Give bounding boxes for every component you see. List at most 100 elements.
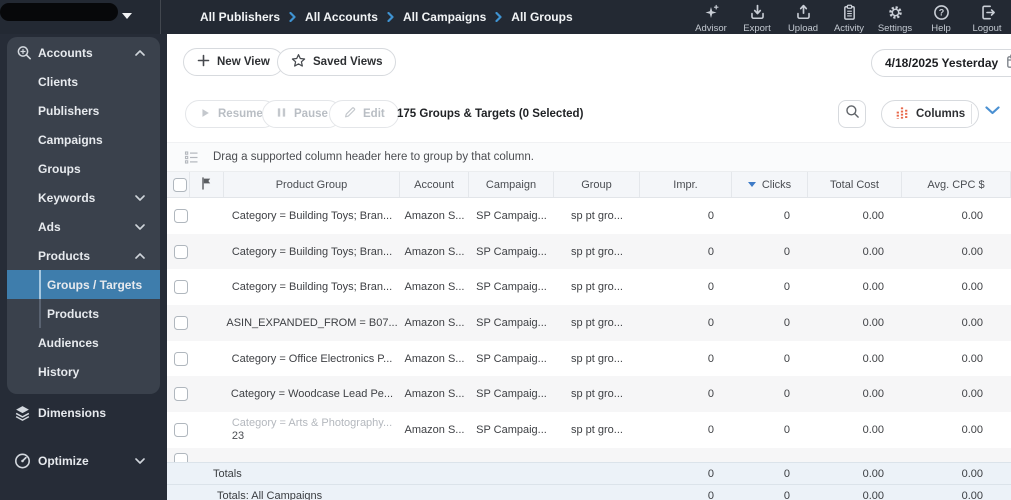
chevron-up-icon xyxy=(135,50,145,56)
row-checkbox[interactable] xyxy=(174,280,188,295)
row-checkbox[interactable] xyxy=(174,315,188,330)
group-by-icon xyxy=(184,150,199,165)
chevron-down-icon xyxy=(135,223,145,230)
cell-product-group: Category = Building Toys; Bran... xyxy=(231,245,393,258)
column-header-campaign[interactable]: Campaign xyxy=(469,172,554,197)
group-by-hint: Drag a supported column header here to g… xyxy=(213,151,534,163)
sidebar-item-label: Clients xyxy=(38,74,79,89)
cell-total-cost: 0.00 xyxy=(862,316,884,329)
sidebar-item-products[interactable]: Products xyxy=(7,241,160,270)
advisor-label: Advisor xyxy=(695,23,727,34)
sidebar-item-groups-targets[interactable]: Groups / Targets xyxy=(7,270,160,299)
sidebar-item-dimensions[interactable]: Dimensions xyxy=(0,398,167,428)
column-header-group[interactable]: Group xyxy=(554,172,640,197)
table-row-partial[interactable] xyxy=(167,447,1011,462)
sidebar-item-label: Products xyxy=(38,248,91,263)
row-checkbox[interactable] xyxy=(174,452,188,462)
table-row[interactable]: ASIN_EXPANDED_FROM = B07... Amazon S... … xyxy=(167,305,1011,341)
cell-group: sp pt gro... xyxy=(571,423,623,436)
table-row[interactable]: Category = Building Toys; Bran... Amazon… xyxy=(167,233,1011,270)
upload-button[interactable]: Upload xyxy=(780,1,826,34)
sidebar-item-groups[interactable]: Groups xyxy=(7,154,160,183)
export-button[interactable]: Export xyxy=(734,1,780,34)
sidebar-item-ads[interactable]: Ads xyxy=(7,212,160,241)
breadcrumb-all-campaigns[interactable]: All Campaigns xyxy=(403,10,486,24)
client-selector[interactable] xyxy=(0,3,118,21)
table-row[interactable]: Category = Arts & Photography... 23 Amazo… xyxy=(167,412,1011,448)
row-checkbox[interactable] xyxy=(174,422,188,437)
row-checkbox[interactable] xyxy=(174,351,188,366)
totals-all-campaigns-label: Totals: All Campaigns xyxy=(217,489,323,500)
table-row[interactable]: Category = Woodcase Lead Pe... Amazon S.… xyxy=(167,376,1011,413)
sidebar-item-accounts[interactable]: Accounts xyxy=(7,39,160,67)
cell-product-group-line2: 23 xyxy=(231,429,245,442)
cell-clicks: 0 xyxy=(783,423,790,436)
cell-impr: 0 xyxy=(707,352,714,365)
cell-clicks: 0 xyxy=(783,281,790,294)
sidebar-item-keywords[interactable]: Keywords xyxy=(7,183,160,212)
cell-campaign: SP Campaig... xyxy=(476,209,547,222)
upload-label: Upload xyxy=(787,23,819,34)
table-row[interactable]: Category = Office Electronics P... Amazo… xyxy=(167,341,1011,377)
table-row[interactable]: Category = Building Toys; Bran... Amazon… xyxy=(167,198,1011,234)
cell-total-cost: 0.00 xyxy=(862,423,884,436)
settings-button[interactable]: Settings xyxy=(872,1,918,34)
cell-product-group: Category = Building Toys; Bran... xyxy=(231,281,393,294)
saved-views-button[interactable]: Saved Views xyxy=(277,48,397,76)
topbar-actions: Advisor Export Upload Activity Settings … xyxy=(688,1,1010,34)
settings-label: Settings xyxy=(877,23,913,34)
select-all-checkbox[interactable] xyxy=(173,177,187,192)
cell-product-group: Category = Office Electronics P... xyxy=(231,352,393,365)
activity-button[interactable]: Activity xyxy=(826,1,872,34)
row-checkbox[interactable] xyxy=(174,244,188,259)
group-by-drop-zone[interactable]: Drag a supported column header here to g… xyxy=(167,142,1011,172)
sidebar-item-campaigns[interactable]: Campaigns xyxy=(7,125,160,154)
cell-impr: 0 xyxy=(707,388,714,401)
flag-icon xyxy=(201,176,212,193)
star-icon xyxy=(291,53,306,71)
breadcrumb-all-accounts[interactable]: All Accounts xyxy=(305,10,378,24)
cell-impr: 0 xyxy=(707,423,714,436)
sidebar-item-optimize[interactable]: Optimize xyxy=(0,446,167,476)
totals-all-impr: 0 xyxy=(707,489,714,500)
breadcrumb-all-groups[interactable]: All Groups xyxy=(511,10,572,24)
table-header: Product Group Account Campaign Group Imp… xyxy=(167,172,1011,198)
sidebar-item-products-sub[interactable]: Products xyxy=(7,299,160,328)
new-view-label: New View xyxy=(217,56,270,68)
row-checkbox[interactable] xyxy=(174,387,188,402)
column-header-avg-cpc[interactable]: Avg. CPC $ xyxy=(902,172,1011,197)
column-header-impr[interactable]: Impr. xyxy=(640,172,732,197)
sidebar-item-label: Publishers xyxy=(38,103,100,118)
sidebar-item-audiences[interactable]: Audiences xyxy=(7,328,160,357)
collapse-panel-chevron-icon[interactable] xyxy=(985,106,1000,115)
cell-product-group: Category = Woodcase Lead Pe... xyxy=(230,388,394,401)
activity-label: Activity xyxy=(833,23,865,34)
date-range-button[interactable]: 4/18/2025 Yesterday xyxy=(871,49,1011,77)
columns-button[interactable]: Columns xyxy=(881,100,980,128)
flag-column-header[interactable] xyxy=(190,172,224,197)
totals-all-campaigns-row: Totals: All Campaigns 0 0 0.00 0.00 xyxy=(167,484,1011,500)
advisor-button[interactable]: Advisor xyxy=(688,1,734,34)
sidebar-item-history[interactable]: History xyxy=(7,357,160,386)
column-header-product-group[interactable]: Product Group xyxy=(224,172,400,197)
column-header-total-cost[interactable]: Total Cost xyxy=(808,172,902,197)
cell-clicks: 0 xyxy=(783,245,790,258)
cell-group: sp pt gro... xyxy=(571,245,623,258)
cell-account: Amazon S... xyxy=(404,388,465,401)
edit-button[interactable]: Edit xyxy=(329,100,399,128)
new-view-button[interactable]: New View xyxy=(183,48,284,76)
column-header-account[interactable]: Account xyxy=(400,172,469,197)
breadcrumb-all-publishers[interactable]: All Publishers xyxy=(200,10,280,24)
cell-avg-cpc: 0.00 xyxy=(961,316,983,329)
activity-clipboard-icon xyxy=(841,4,858,21)
table-row[interactable]: Category = Building Toys; Bran... Amazon… xyxy=(167,269,1011,305)
search-button[interactable] xyxy=(838,100,866,128)
help-button[interactable]: ? Help xyxy=(918,1,964,34)
column-header-clicks[interactable]: Clicks xyxy=(732,172,808,197)
row-checkbox[interactable] xyxy=(174,208,188,223)
logout-button[interactable]: Logout xyxy=(964,1,1010,34)
sidebar-item-publishers[interactable]: Publishers xyxy=(7,96,160,125)
cell-group: sp pt gro... xyxy=(571,316,623,329)
date-range-value: 4/18/2025 Yesterday xyxy=(885,56,999,70)
sidebar-item-clients[interactable]: Clients xyxy=(7,67,160,96)
